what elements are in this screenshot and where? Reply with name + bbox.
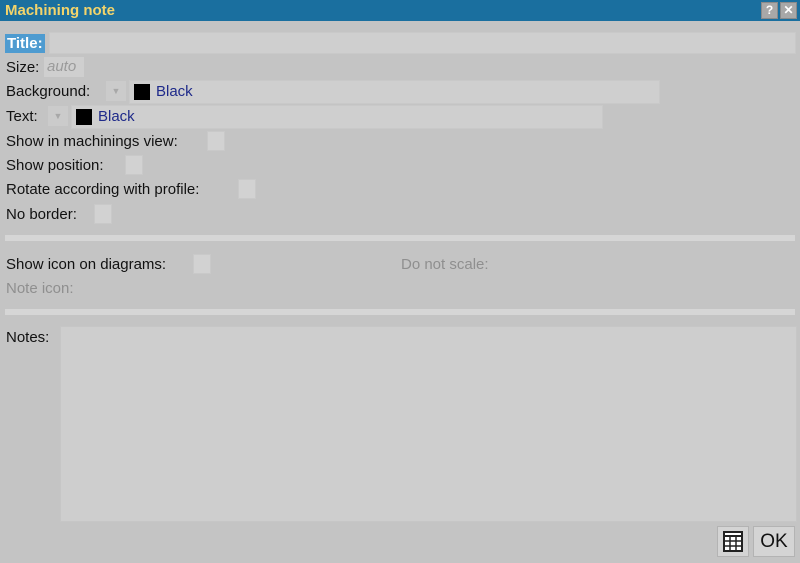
separator — [5, 309, 795, 315]
background-label: Background: — [6, 83, 91, 100]
table-button[interactable] — [717, 526, 749, 557]
text-color-field[interactable]: Black — [71, 105, 603, 129]
text-label: Text: — [6, 108, 38, 125]
rotate-checkbox[interactable] — [238, 179, 256, 199]
show-position-checkbox[interactable] — [125, 155, 143, 175]
rotate-label: Rotate according with profile: — [6, 181, 200, 198]
background-color-swatch — [134, 84, 150, 100]
text-color-swatch — [76, 109, 92, 125]
title-label: Title: — [5, 34, 45, 53]
text-dropdown-arrow[interactable]: ▼ — [48, 106, 68, 126]
do-not-scale-label: Do not scale: — [401, 256, 489, 273]
show-icon-label: Show icon on diagrams: — [6, 256, 167, 273]
background-color-field[interactable]: Black — [129, 80, 660, 104]
notes-label: Notes: — [6, 329, 50, 346]
background-dropdown-arrow[interactable]: ▼ — [106, 81, 126, 101]
window-title: Machining note — [5, 2, 115, 19]
show-icon-checkbox[interactable] — [193, 254, 211, 274]
title-input[interactable] — [49, 32, 796, 54]
show-in-machinings-view-checkbox[interactable] — [207, 131, 225, 151]
size-input[interactable]: auto — [44, 57, 84, 77]
ok-button[interactable]: OK — [753, 526, 795, 557]
close-button[interactable]: ✕ — [780, 2, 797, 19]
notes-textarea[interactable] — [60, 326, 797, 522]
show-position-label: Show position: — [6, 157, 104, 174]
no-border-label: No border: — [6, 206, 77, 223]
separator — [5, 235, 795, 241]
table-icon — [723, 531, 743, 552]
size-label: Size: — [6, 59, 40, 76]
no-border-checkbox[interactable] — [94, 204, 112, 224]
note-icon-label: Note icon: — [6, 280, 74, 297]
help-button[interactable]: ? — [761, 2, 778, 19]
background-color-name: Black — [156, 83, 193, 100]
text-color-name: Black — [98, 108, 135, 125]
show-in-machinings-view-label: Show in machinings view: — [6, 133, 178, 150]
window-titlebar: Machining note ? ✕ — [0, 0, 800, 21]
